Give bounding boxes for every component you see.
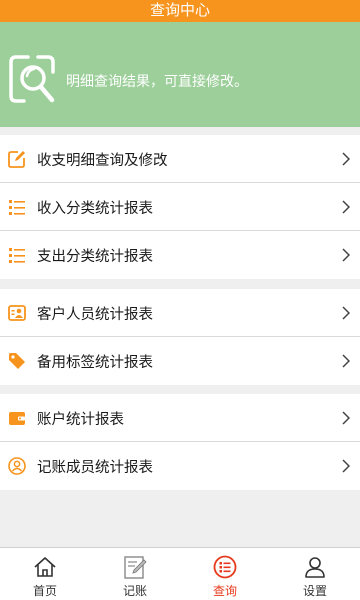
menu-item-detail-query[interactable]: 收支明细查询及修改 — [0, 135, 360, 183]
menu-item-expense-report[interactable]: 支出分类统计报表 — [0, 231, 360, 279]
menu-item-label: 记账成员统计报表 — [37, 460, 153, 476]
tab-label: 设置 — [302, 584, 327, 598]
chevron-right-icon — [342, 354, 350, 368]
menu-item-label: 支出分类统计报表 — [37, 249, 153, 265]
tag-icon — [9, 353, 25, 369]
chevron-right-icon — [342, 152, 350, 166]
banner-text: 明细查询结果，可直接修改。 — [66, 74, 248, 90]
menu-item-label: 账户统计报表 — [37, 412, 124, 428]
menu-item-income-report[interactable]: 收入分类统计报表 — [0, 183, 360, 231]
tab-label: 记账 — [122, 584, 147, 598]
menu-item-label: 备用标签统计报表 — [37, 355, 153, 371]
menu-group-people: 客户人员统计报表 备用标签统计报表 — [0, 289, 360, 385]
menu-item-label: 收入分类统计报表 — [37, 201, 153, 217]
chevron-right-icon — [342, 459, 350, 473]
tab-label: 查询 — [212, 584, 237, 598]
chevron-right-icon — [342, 306, 350, 320]
tab-label: 首页 — [32, 584, 57, 598]
query-banner: 明细查询结果，可直接修改。 — [0, 22, 360, 127]
menu-item-account-report[interactable]: 账户统计报表 — [0, 394, 360, 442]
chevron-right-icon — [342, 248, 350, 262]
menu-group-accounts: 账户统计报表 记账成员统计报表 — [0, 394, 360, 490]
query-list-icon — [213, 555, 237, 579]
menu-item-label: 客户人员统计报表 — [37, 307, 153, 323]
tab-bookkeeping[interactable]: 记账 — [90, 548, 180, 600]
wallet-icon — [9, 412, 25, 425]
contact-card-icon — [8, 305, 26, 321]
chevron-right-icon — [342, 200, 350, 214]
edit-icon — [8, 151, 25, 168]
home-icon — [34, 557, 56, 577]
tab-settings[interactable]: 设置 — [270, 548, 360, 600]
tab-home[interactable]: 首页 — [0, 548, 90, 600]
menu-item-customer-report[interactable]: 客户人员统计报表 — [0, 289, 360, 337]
menu-group-detail: 收支明细查询及修改 收入分类统计报表 支出分类统计报表 — [0, 135, 360, 279]
menu-item-tag-report[interactable]: 备用标签统计报表 — [0, 337, 360, 385]
list-icon — [9, 200, 25, 215]
menu-item-member-report[interactable]: 记账成员统计报表 — [0, 442, 360, 490]
page-title: 查询中心 — [0, 0, 360, 22]
person-icon — [305, 557, 325, 578]
magnifier-search-icon — [9, 55, 55, 103]
chevron-right-icon — [342, 411, 350, 425]
notebook-pen-icon — [124, 556, 147, 579]
menu-item-label: 收支明细查询及修改 — [37, 153, 168, 169]
bottom-tab-bar: 首页 记账 查询 设置 — [0, 547, 360, 600]
list-icon — [9, 248, 25, 263]
user-circle-icon — [8, 457, 26, 475]
tab-query[interactable]: 查询 — [180, 548, 270, 600]
